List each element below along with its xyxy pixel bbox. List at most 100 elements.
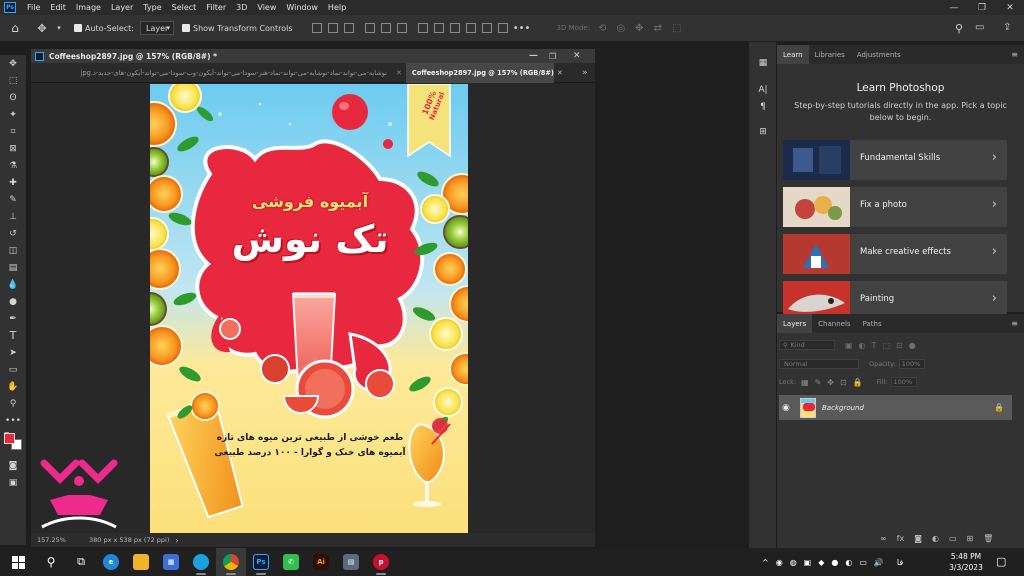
menu-layer[interactable]: Layer	[106, 3, 138, 12]
notification-icon[interactable]: ▢	[996, 555, 1006, 568]
align-top-icon[interactable]	[311, 22, 322, 33]
taskbar-app-blue[interactable]	[186, 548, 216, 576]
start-button[interactable]	[0, 548, 36, 576]
menu-window[interactable]: Window	[281, 3, 323, 12]
history-brush-tool-icon[interactable]: ↺	[0, 225, 26, 242]
lock-position-icon[interactable]: ✥	[827, 378, 834, 387]
lock-all-icon[interactable]: 🔒	[853, 378, 863, 387]
rectangle-tool-icon[interactable]: ▭	[0, 361, 26, 378]
edit-toolbar-icon[interactable]: •••	[0, 412, 26, 429]
move-tool-icon[interactable]: ✥	[30, 22, 54, 35]
distribute-left-icon[interactable]	[465, 22, 476, 33]
eraser-tool-icon[interactable]: ◫	[0, 242, 26, 259]
tray-app-icon[interactable]: ▣	[804, 558, 812, 567]
3d-rotate-icon[interactable]: ⟲	[598, 23, 606, 34]
eye-visibility-icon[interactable]: ◉	[782, 403, 798, 413]
menu-help[interactable]: Help	[323, 3, 351, 12]
pen-tool-icon[interactable]: ✒	[0, 310, 26, 327]
learn-card-fix-a-photo[interactable]: Fix a photo ›	[783, 187, 1007, 227]
menu-filter[interactable]: Filter	[201, 3, 231, 12]
taskbar-edge[interactable]: e	[96, 548, 126, 576]
filter-adjustment-icon[interactable]: ◐	[859, 341, 866, 350]
taskbar-file-explorer[interactable]	[126, 548, 156, 576]
taskbar-illustrator[interactable]: Ai	[306, 548, 336, 576]
lock-image-icon[interactable]: ✎	[815, 378, 822, 387]
magic-wand-tool-icon[interactable]: ✦	[0, 106, 26, 123]
3d-scale-icon[interactable]: ⬚	[672, 23, 681, 34]
panel-menu-icon[interactable]: ≡	[1011, 314, 1018, 333]
chevron-down-icon[interactable]: ▾	[54, 24, 64, 32]
menu-image[interactable]: Image	[71, 3, 106, 12]
auto-select-checkbox[interactable]: Auto-Select:	[74, 24, 134, 33]
tray-chevron-icon[interactable]: ^	[762, 558, 769, 567]
3d-slide-icon[interactable]: ⇄	[654, 23, 662, 34]
tab-libraries[interactable]: Libraries	[809, 45, 851, 64]
tab-coffeeshop-document[interactable]: Coffeeshop2897.jpg @ 157% (RGB/8#) *	[405, 62, 554, 83]
menu-3d[interactable]: 3D	[231, 3, 252, 12]
distribute-middle-icon[interactable]	[433, 22, 444, 33]
brush-tool-icon[interactable]: ✎	[0, 191, 26, 208]
share-icon[interactable]: ⇪	[1003, 22, 1011, 33]
menu-type[interactable]: Type	[138, 3, 166, 12]
more-options-icon[interactable]: •••	[513, 23, 531, 34]
panel-menu-icon[interactable]: ≡	[1011, 45, 1018, 64]
frame-tool-icon[interactable]: ⊠	[0, 140, 26, 157]
tab-channels[interactable]: Channels	[812, 314, 856, 333]
menu-view[interactable]: View	[252, 3, 281, 12]
add-mask-icon[interactable]: ◙	[914, 534, 922, 543]
distribute-center-icon[interactable]	[481, 22, 492, 33]
hand-tool-icon[interactable]: ✋	[0, 378, 26, 395]
menu-select[interactable]: Select	[167, 3, 202, 12]
tab-close-icon[interactable]: ✕	[396, 69, 402, 77]
distribute-bottom-icon[interactable]	[449, 22, 460, 33]
tab-adjustments[interactable]: Adjustments	[851, 45, 907, 64]
align-right-icon[interactable]	[396, 22, 407, 33]
crop-tool-icon[interactable]: ⌗	[0, 123, 26, 140]
tab-learn[interactable]: Learn	[777, 45, 809, 64]
fill-input[interactable]: 100%	[890, 377, 917, 387]
libraries-panel-icon[interactable]: ▦	[749, 54, 777, 71]
doc-minimize-button[interactable]: —	[529, 51, 538, 61]
gradient-tool-icon[interactable]: ▤	[0, 259, 26, 276]
filter-shape-icon[interactable]: ⬚	[882, 341, 890, 350]
menu-file[interactable]: File	[22, 3, 45, 12]
align-bottom-icon[interactable]	[343, 22, 354, 33]
workspace-icon[interactable]: ▭	[975, 22, 984, 33]
menu-edit[interactable]: Edit	[45, 3, 71, 12]
tab-layers[interactable]: Layers	[777, 314, 813, 333]
taskbar-phone-app[interactable]: ✆	[276, 548, 306, 576]
layer-style-icon[interactable]: fx	[897, 534, 905, 543]
character-panel-icon[interactable]: A|	[749, 81, 777, 98]
taskbar-store[interactable]: ▦	[156, 548, 186, 576]
volume-icon[interactable]: 🔊	[874, 558, 884, 567]
marquee-tool-icon[interactable]: ⬚	[0, 72, 26, 89]
distribute-top-icon[interactable]	[417, 22, 428, 33]
opacity-input[interactable]: 100%	[898, 359, 925, 369]
tabs-overflow-icon[interactable]: »	[582, 68, 588, 78]
search-button[interactable]: ⚲	[36, 548, 66, 576]
filter-pixel-icon[interactable]: ▣	[845, 341, 853, 350]
tray-app-icon[interactable]: ◐	[845, 558, 852, 567]
layer-filter-dropdown[interactable]: ⚲ Kind	[779, 340, 835, 350]
tray-app-icon[interactable]: ●	[831, 558, 838, 567]
zoom-tool-icon[interactable]: ⚲	[0, 395, 26, 412]
tray-app-icon[interactable]: ◆	[818, 558, 824, 567]
show-transform-checkbox[interactable]: Show Transform Controls	[181, 24, 293, 33]
dodge-tool-icon[interactable]: ●	[0, 293, 26, 310]
align-middle-icon[interactable]	[327, 22, 338, 33]
adjustment-layer-icon[interactable]: ◐	[932, 534, 939, 543]
status-arrow-icon[interactable]: ›	[175, 536, 178, 545]
poster-canvas[interactable]: 100% Natural آبمیوه فروشی تک نوش طعم خوش…	[150, 84, 468, 534]
lasso-tool-icon[interactable]: ʘ	[0, 89, 26, 106]
lock-transparent-icon[interactable]: ▦	[801, 378, 809, 387]
clock[interactable]: 5:48 PM 3/3/2023	[944, 551, 988, 573]
distribute-right-icon[interactable]	[497, 22, 508, 33]
3d-roll-icon[interactable]: ◎	[616, 23, 625, 34]
quick-mask-icon[interactable]: ◙	[0, 457, 26, 474]
glyphs-panel-icon[interactable]: ⊞	[749, 123, 777, 140]
tray-app-icon[interactable]: ◍	[790, 558, 797, 567]
tab-paths[interactable]: Paths	[857, 314, 888, 333]
path-selection-tool-icon[interactable]: ➤	[0, 344, 26, 361]
new-layer-icon[interactable]: ⊞	[967, 534, 974, 543]
minimize-button[interactable]: —	[940, 0, 968, 15]
